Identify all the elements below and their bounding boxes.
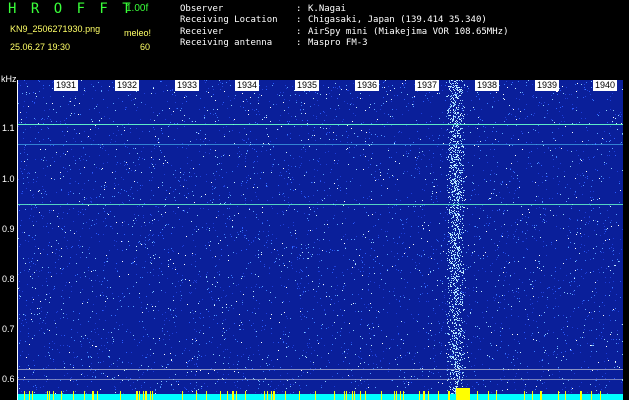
info-separator: : [296, 3, 302, 14]
y-tick-label: 0.7 [2, 324, 15, 334]
x-tick-label: 1937 [415, 80, 440, 91]
waterfall-spectrogram [18, 80, 623, 400]
info-row-location: Receiving Location : Chigasaki, Japan (1… [180, 15, 508, 27]
info-row-antenna: Receiving antenna : Maspro FM-3 [180, 38, 508, 50]
x-tick-label: 1933 [175, 80, 200, 91]
info-value: Chigasaki, Japan (139.414 35.340) [308, 15, 487, 26]
x-tick-label: 1940 [593, 80, 618, 91]
version-label: 1.00f [126, 3, 149, 14]
y-tick-label: 0.6 [2, 374, 15, 384]
mode-value: 60 [140, 42, 151, 52]
x-tick-label: 1939 [535, 80, 560, 91]
waterfall-canvas [18, 80, 623, 400]
station-info-panel: Observer : K.Nagai Receiving Location : … [180, 3, 508, 49]
info-value: K.Nagai [308, 3, 346, 14]
filename-label: KN9_2506271930.png [10, 24, 101, 34]
info-label: Receiver [180, 26, 224, 37]
datetime-label: 25.06.27 19:30 [10, 42, 71, 52]
info-separator: : [296, 26, 302, 37]
y-tick-label: 0.8 [2, 274, 15, 284]
app-title: H R O F F T [8, 1, 134, 17]
frequency-unit-label: kHz [1, 74, 17, 84]
x-tick-label: 1932 [115, 80, 140, 91]
info-label: Observer [180, 3, 224, 14]
y-axis-line [17, 80, 18, 400]
y-tick-label: 0.9 [2, 224, 15, 234]
x-tick-label: 1936 [355, 80, 380, 91]
info-label: Receiving Location [180, 15, 278, 26]
info-separator: : [296, 15, 302, 26]
y-tick-label: 1.1 [2, 123, 15, 133]
info-row-observer: Observer : K.Nagai [180, 3, 508, 15]
mode-label: meleo! [124, 28, 152, 38]
x-tick-label: 1931 [54, 80, 79, 91]
info-label: Receiving antenna [180, 38, 273, 49]
info-value: AirSpy mini (Miakejima VOR 108.65MHz) [308, 26, 509, 37]
info-value: Maspro FM-3 [308, 38, 368, 49]
info-separator: : [296, 38, 302, 49]
x-tick-label: 1934 [235, 80, 260, 91]
x-tick-label: 1935 [295, 80, 320, 91]
info-row-receiver: Receiver : AirSpy mini (Miakejima VOR 10… [180, 26, 508, 38]
x-tick-label: 1938 [475, 80, 500, 91]
y-tick-label: 1.0 [2, 174, 15, 184]
